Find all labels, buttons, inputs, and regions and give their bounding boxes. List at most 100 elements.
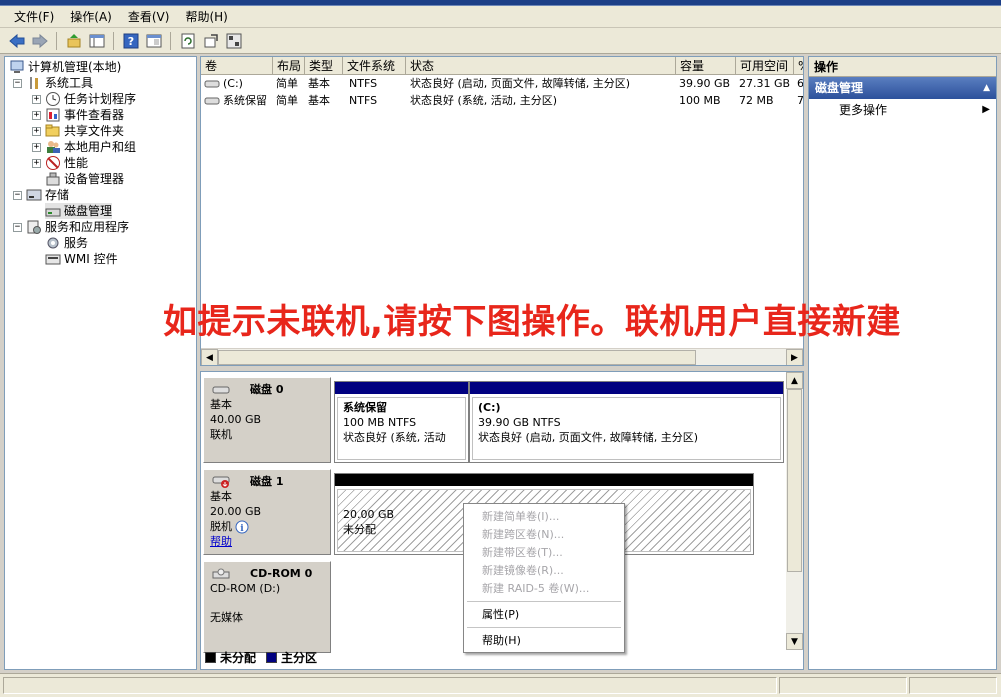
menu-bar: 文件(F) 操作(A) 查看(V) 帮助(H)	[0, 6, 1001, 28]
help-icon[interactable]: ?	[120, 31, 141, 51]
tree-item-disk-management[interactable]: 磁盘管理	[45, 203, 113, 219]
column-header-layout[interactable]: 布局	[273, 57, 305, 75]
tree-label: 磁盘管理	[64, 204, 113, 218]
menu-new-raid5-volume[interactable]: 新建 RAID-5 卷(W)...	[482, 580, 589, 597]
expand-icon[interactable]: +	[32, 126, 41, 136]
submenu-arrow-icon: ▶	[982, 104, 990, 115]
tree-item-services-apps[interactable]: − 服务和应用程序	[13, 219, 129, 235]
export-icon[interactable]	[200, 31, 221, 51]
menu-new-mirrored-volume[interactable]: 新建镜像卷(R)...	[482, 562, 564, 579]
collapse-icon[interactable]: −	[13, 190, 22, 200]
scroll-left-icon[interactable]: ◀	[201, 349, 218, 365]
disk-state: 联机	[210, 428, 232, 441]
show-tree-icon[interactable]	[86, 31, 107, 51]
column-header-capacity[interactable]: 容量	[676, 57, 736, 75]
menu-help[interactable]: 帮助(H)	[177, 7, 235, 27]
table-row[interactable]: (C:) 简单 基本 NTFS 状态良好 (启动, 页面文件, 故障转储, 主分…	[201, 75, 804, 92]
primary-partition-bar	[335, 382, 468, 394]
fs-cell: NTFS	[349, 77, 378, 90]
volume-list-header: 卷 布局 类型 文件系统 状态 容量 可用空间 %	[201, 57, 803, 75]
tree-item-device-manager[interactable]: 设备管理器	[45, 171, 124, 187]
tree-label: WMI 控件	[64, 252, 118, 266]
tree-item-local-users[interactable]: + 本地用户和组	[32, 139, 136, 155]
column-header-filesystem[interactable]: 文件系统	[343, 57, 406, 75]
settings-icon[interactable]	[223, 31, 244, 51]
partition-size: 39.90 GB NTFS	[478, 416, 561, 429]
tree-item-computer-management[interactable]: 计算机管理(本地)	[9, 59, 121, 75]
cdrom-label[interactable]: CD-ROM 0 CD-ROM (D:) 无媒体	[203, 561, 331, 653]
scroll-right-icon[interactable]: ▶	[786, 349, 803, 365]
expand-icon[interactable]: +	[32, 110, 41, 120]
toolbar-separator	[56, 31, 57, 50]
forward-icon[interactable]	[29, 31, 50, 51]
back-icon[interactable]	[6, 31, 27, 51]
vertical-scrollbar[interactable]: ▲ ▼	[786, 372, 803, 650]
status-panel-main	[3, 677, 777, 694]
partition-body: (C:) 39.90 GB NTFS 状态良好 (启动, 页面文件, 故障转储,…	[472, 397, 781, 460]
more-actions-item[interactable]: 更多操作 ▶	[809, 99, 996, 121]
scroll-up-icon[interactable]: ▲	[786, 372, 803, 389]
tree-item-task-scheduler[interactable]: + 任务计划程序	[32, 91, 136, 107]
disk-0-label[interactable]: 磁盘 0 基本 40.00 GB 联机	[203, 377, 331, 463]
expand-icon[interactable]: +	[32, 94, 41, 104]
tree-item-event-viewer[interactable]: + 事件查看器	[32, 107, 124, 123]
menu-action[interactable]: 操作(A)	[62, 7, 120, 27]
tree-label: 共享文件夹	[64, 124, 125, 138]
computer-icon	[9, 59, 25, 75]
column-header-percent[interactable]: %	[794, 57, 803, 75]
tree-item-services[interactable]: 服务	[45, 235, 88, 251]
menu-file[interactable]: 文件(F)	[6, 7, 62, 27]
layout-cell: 简单	[276, 94, 298, 107]
svg-text:i: i	[240, 524, 244, 534]
partition-system-reserved[interactable]: 系统保留 100 MB NTFS 状态良好 (系统, 活动	[334, 381, 469, 463]
menu-help[interactable]: 帮助(H)	[482, 632, 521, 649]
partition-title: 系统保留	[343, 401, 387, 414]
tools-icon	[26, 75, 42, 91]
legend-primary: 主分区	[281, 651, 318, 665]
tree-item-shared-folders[interactable]: + 共享文件夹	[32, 123, 124, 139]
actions-section-disk-management[interactable]: 磁盘管理 ▲	[809, 77, 996, 99]
collapse-arrow-icon[interactable]: ▲	[983, 77, 990, 99]
menu-view[interactable]: 查看(V)	[120, 7, 178, 27]
partition-c[interactable]: (C:) 39.90 GB NTFS 状态良好 (启动, 页面文件, 故障转储,…	[469, 381, 784, 463]
tree-item-performance[interactable]: + 性能	[32, 155, 88, 171]
help-link[interactable]: 帮助	[210, 535, 232, 548]
disk-1-label[interactable]: 磁盘 1 基本 20.00 GB 脱机 i 帮助	[203, 469, 331, 555]
collapse-icon[interactable]: −	[13, 222, 22, 232]
column-header-status[interactable]: 状态	[406, 57, 676, 75]
percent-cell: 6	[797, 77, 804, 90]
menu-properties[interactable]: 属性(P)	[482, 606, 519, 623]
volume-name: (C:)	[223, 77, 243, 90]
tree-label: 事件查看器	[64, 108, 125, 122]
menu-new-spanned-volume[interactable]: 新建跨区卷(N)...	[482, 526, 564, 543]
legend: 未分配 主分区	[205, 649, 317, 666]
tree-item-system-tools[interactable]: − 系统工具	[13, 75, 93, 91]
horizontal-scrollbar[interactable]: ◀ ▶	[201, 348, 803, 365]
column-header-free[interactable]: 可用空间	[736, 57, 794, 75]
collapse-icon[interactable]: −	[13, 78, 22, 88]
status-bar	[0, 673, 1001, 697]
scroll-down-icon[interactable]: ▼	[786, 633, 803, 650]
scroll-thumb[interactable]	[787, 389, 802, 572]
properties-icon[interactable]	[143, 31, 164, 51]
menu-new-simple-volume[interactable]: 新建简单卷(I)...	[482, 508, 559, 525]
partition-status: 状态良好 (启动, 页面文件, 故障转储, 主分区)	[478, 431, 699, 444]
expand-icon[interactable]: +	[32, 158, 41, 168]
menu-separator	[467, 601, 621, 602]
performance-icon	[45, 155, 61, 171]
refresh-icon[interactable]	[177, 31, 198, 51]
menu-new-striped-volume[interactable]: 新建带区卷(T)...	[482, 544, 563, 561]
expand-icon[interactable]: +	[32, 142, 41, 152]
tree-item-storage[interactable]: − 存储	[13, 187, 69, 203]
clock-icon	[45, 91, 61, 107]
tree-item-wmi[interactable]: WMI 控件	[45, 251, 118, 267]
scroll-thumb[interactable]	[218, 350, 696, 365]
column-header-volume[interactable]: 卷	[201, 57, 273, 75]
table-row[interactable]: 系统保留 简单 基本 NTFS 状态良好 (系统, 活动, 主分区) 100 M…	[201, 92, 803, 109]
column-header-type[interactable]: 类型	[305, 57, 343, 75]
partition-status: 状态良好 (系统, 活动	[343, 431, 446, 444]
disk-kind: CD-ROM (D:)	[210, 582, 281, 595]
tree-label: 服务和应用程序	[45, 220, 130, 234]
up-icon[interactable]	[63, 31, 84, 51]
disk-name: 磁盘 1	[250, 475, 284, 488]
